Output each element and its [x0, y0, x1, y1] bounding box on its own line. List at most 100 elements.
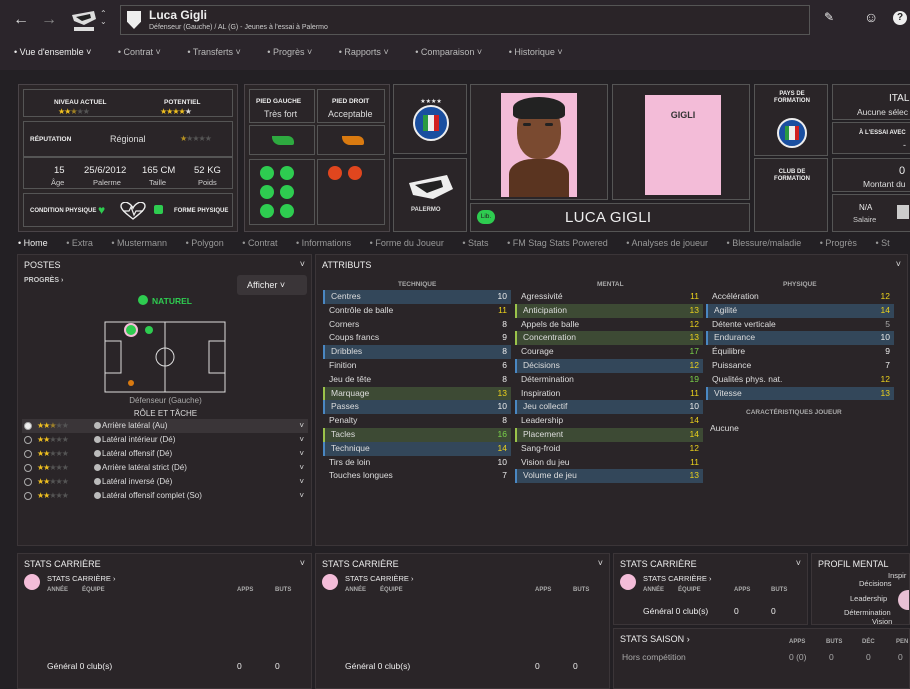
- attribute-row[interactable]: Détermination 19: [515, 373, 703, 387]
- role-radio-icon[interactable]: [24, 492, 32, 500]
- chevron-down-icon[interactable]: ˅: [299, 461, 304, 475]
- menu-transfers[interactable]: • Transferts ˅: [187, 47, 240, 57]
- attribute-row[interactable]: Finition 6: [323, 359, 511, 373]
- role-row[interactable]: ★★★★★ Latéral offensif (Dé) ˅: [22, 447, 308, 461]
- attribute-row[interactable]: Sang-froid 12: [515, 442, 703, 456]
- chevron-down-icon[interactable]: ˅: [896, 259, 901, 269]
- attribute-row[interactable]: Placement 14: [515, 427, 703, 442]
- role-row[interactable]: ★★★★★ Latéral intérieur (Dé) ˅: [22, 433, 308, 447]
- trait-icon[interactable]: [280, 185, 294, 199]
- club-logo-icon[interactable]: [70, 9, 98, 35]
- chevron-down-icon[interactable]: ˅: [796, 558, 801, 568]
- role-radio-icon[interactable]: [24, 422, 32, 430]
- attribute-row[interactable]: Passes 10: [323, 400, 511, 415]
- attribute-row[interactable]: Puissance 7: [706, 359, 894, 373]
- manager-icon[interactable]: ☺: [864, 9, 878, 25]
- role-row[interactable]: ★★★★★ Arrière latéral strict (Dé) ˅: [22, 461, 308, 475]
- chevron-down-icon[interactable]: ˅: [300, 259, 305, 269]
- chevron-down-icon[interactable]: ˅: [299, 433, 304, 447]
- tab-progres[interactable]: • Progrès: [820, 238, 857, 248]
- back-arrow-icon[interactable]: ←: [10, 9, 32, 31]
- italy-federation-icon[interactable]: ★★★★: [412, 97, 450, 143]
- show-dropdown[interactable]: Afficher ˅: [237, 275, 307, 295]
- role-row[interactable]: ★★★★★ Arrière latéral (Au) ˅: [22, 419, 308, 433]
- tab-informations[interactable]: • Informations: [296, 238, 351, 248]
- edit-pencil-icon[interactable]: ✎: [824, 10, 834, 24]
- chevron-down-icon[interactable]: ˅: [300, 558, 305, 568]
- menu-comparison[interactable]: • Comparaison ˅: [415, 47, 482, 57]
- career-link[interactable]: STATS CARRIÈRE ›: [47, 574, 116, 583]
- tab-home[interactable]: • Home: [18, 238, 48, 248]
- chevron-down-icon[interactable]: ˅: [299, 419, 304, 433]
- role-radio-icon[interactable]: [24, 464, 32, 472]
- tab-mustermann[interactable]: • Mustermann: [111, 238, 167, 248]
- attribute-row[interactable]: Détente verticale 5: [706, 318, 894, 332]
- attribute-row[interactable]: Touches longues 7: [323, 469, 511, 483]
- attribute-row[interactable]: Vision du jeu 11: [515, 456, 703, 470]
- attribute-row[interactable]: Endurance 10: [706, 331, 894, 346]
- role-radio-icon[interactable]: [24, 478, 32, 486]
- menu-history[interactable]: • Historique ˅: [509, 47, 563, 57]
- info-icon[interactable]: [94, 450, 101, 457]
- tab-fm-stag[interactable]: • FM Stag Stats Powered: [507, 238, 608, 248]
- tab-forme[interactable]: • Forme du Joueur: [370, 238, 444, 248]
- attribute-row[interactable]: Tirs de loin 10: [323, 456, 511, 470]
- progress-link[interactable]: PROGRÈS ›: [24, 277, 63, 284]
- role-radio-icon[interactable]: [24, 436, 32, 444]
- tab-contrat[interactable]: • Contrat: [242, 238, 277, 248]
- attribute-row[interactable]: Penalty 8: [323, 414, 511, 428]
- tab-more[interactable]: • St: [875, 238, 889, 248]
- attribute-row[interactable]: Corners 8: [323, 318, 511, 332]
- trait-icon[interactable]: [348, 166, 362, 180]
- attribute-row[interactable]: Agilité 14: [706, 303, 894, 318]
- tab-blessure[interactable]: • Blessure/maladie: [727, 238, 802, 248]
- role-radio-icon[interactable]: [24, 450, 32, 458]
- attribute-row[interactable]: Coups francs 9: [323, 331, 511, 345]
- info-icon[interactable]: [94, 464, 101, 471]
- attribute-row[interactable]: Leadership 14: [515, 414, 703, 428]
- attribute-row[interactable]: Volume de jeu 13: [515, 469, 703, 484]
- chevron-down-icon[interactable]: ˅: [598, 558, 603, 568]
- tab-stats[interactable]: • Stats: [462, 238, 488, 248]
- attribute-row[interactable]: Accélération 12: [706, 290, 894, 304]
- attribute-row[interactable]: Courage 17: [515, 345, 703, 359]
- trait-icon[interactable]: [260, 166, 274, 180]
- attribute-row[interactable]: Tacles 16: [323, 427, 511, 442]
- attribute-row[interactable]: Décisions 12: [515, 358, 703, 373]
- attribute-row[interactable]: Qualités phys. nat. 12: [706, 373, 894, 387]
- forward-arrow-icon[interactable]: →: [38, 9, 60, 31]
- tab-polygon[interactable]: • Polygon: [186, 238, 224, 248]
- trait-icon[interactable]: [328, 166, 342, 180]
- attribute-row[interactable]: Centres 10: [323, 290, 511, 304]
- attribute-row[interactable]: Jeu collectif 10: [515, 400, 703, 415]
- info-icon[interactable]: [94, 422, 101, 429]
- tab-analyses[interactable]: • Analyses de joueur: [626, 238, 708, 248]
- attribute-row[interactable]: Dribbles 8: [323, 345, 511, 359]
- menu-overview[interactable]: • Vue d'ensemble ˅: [14, 47, 91, 57]
- chevron-updown-icon[interactable]: ⌃ ⌄: [100, 10, 107, 26]
- trait-icon[interactable]: [260, 204, 274, 218]
- attribute-row[interactable]: Anticipation 13: [515, 303, 703, 318]
- career-link[interactable]: STATS CARRIÈRE ›: [643, 574, 712, 583]
- attribute-row[interactable]: Agressivité 11: [515, 290, 703, 304]
- attribute-row[interactable]: Équilibre 9: [706, 345, 894, 359]
- role-row[interactable]: ★★★★★ Latéral inversé (Dé) ˅: [22, 475, 308, 489]
- menu-progress[interactable]: • Progrès ˅: [267, 47, 312, 57]
- menu-contract[interactable]: • Contrat ˅: [118, 47, 161, 57]
- attribute-row[interactable]: Technique 14: [323, 441, 511, 456]
- menu-reports[interactable]: • Rapports ˅: [339, 47, 389, 57]
- attribute-row[interactable]: Vitesse 13: [706, 386, 894, 401]
- attribute-row[interactable]: Appels de balle 12: [515, 318, 703, 332]
- role-row[interactable]: ★★★★★ Latéral offensif complet (So) ˅: [22, 489, 308, 503]
- player-search-box[interactable]: Luca Gigli Défenseur (Gauche) / AL (G) -…: [120, 5, 810, 35]
- attribute-row[interactable]: Concentration 13: [515, 331, 703, 346]
- info-icon[interactable]: [94, 492, 101, 499]
- chevron-down-icon[interactable]: ˅: [299, 489, 304, 503]
- career-link[interactable]: STATS CARRIÈRE ›: [345, 574, 414, 583]
- help-icon[interactable]: ?: [893, 11, 907, 25]
- info-icon[interactable]: [94, 478, 101, 485]
- season-link[interactable]: STATS SAISON ›: [620, 634, 690, 644]
- info-icon[interactable]: [94, 436, 101, 443]
- tab-extra[interactable]: • Extra: [66, 238, 93, 248]
- attribute-row[interactable]: Jeu de tête 8: [323, 373, 511, 387]
